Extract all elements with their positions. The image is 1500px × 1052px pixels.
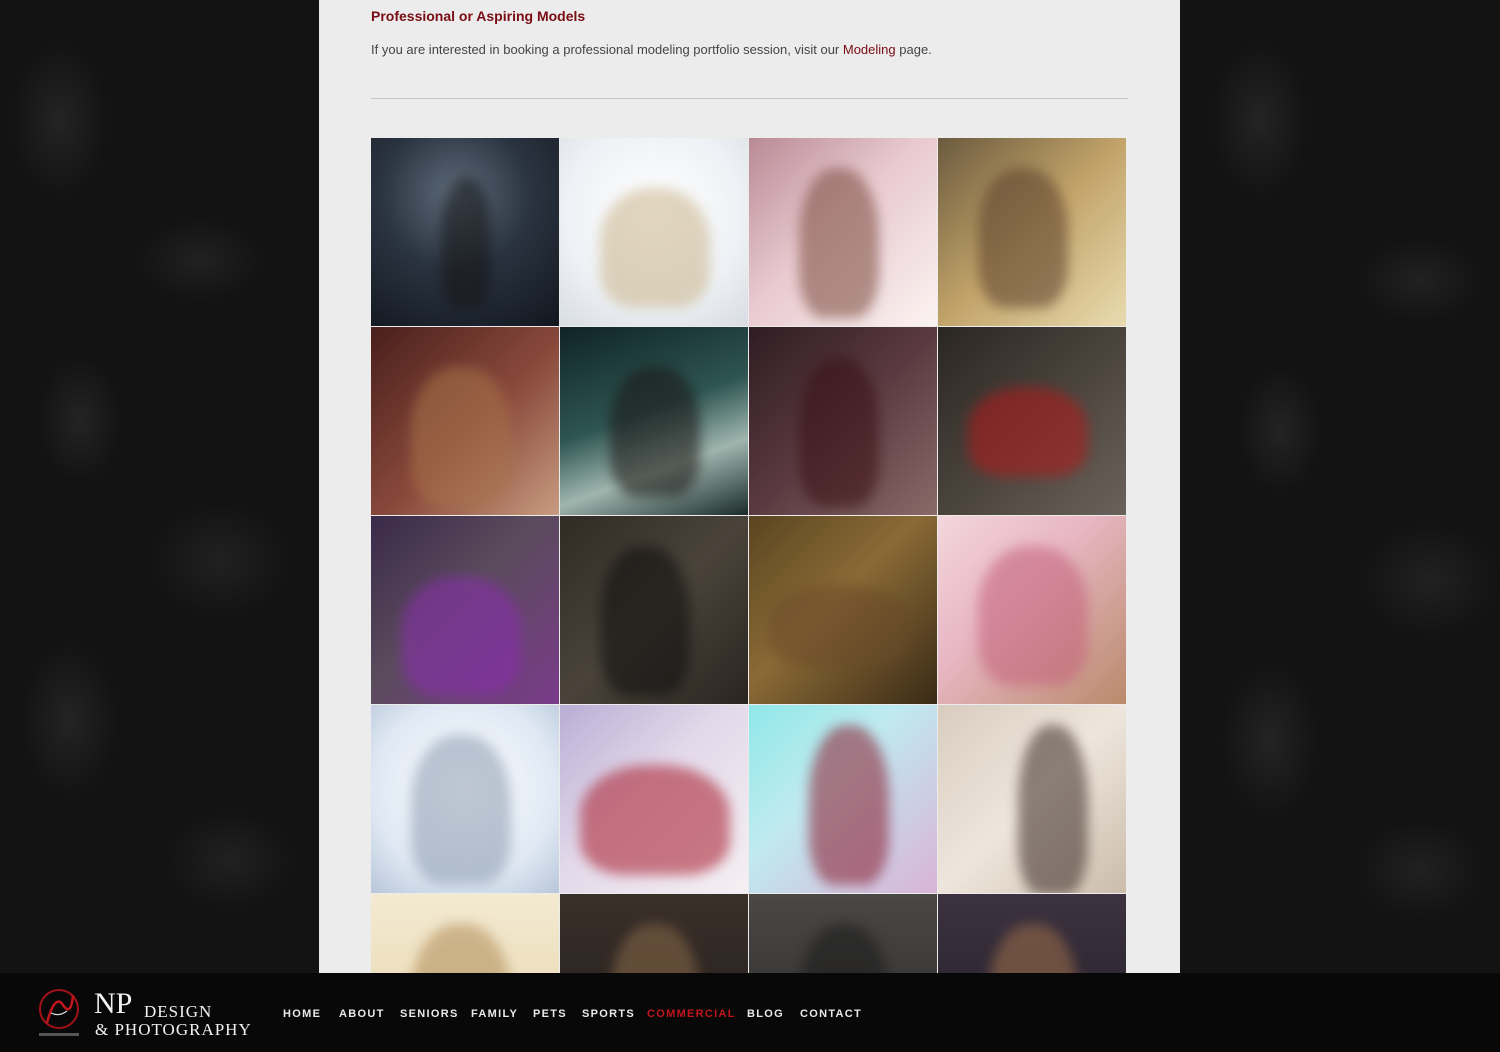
modeling-link[interactable]: Modeling <box>843 42 896 57</box>
photo-subject <box>968 387 1088 477</box>
intro-paragraph: If you are interested in booking a profe… <box>371 42 932 57</box>
photo-subject <box>411 735 511 885</box>
gallery-photo[interactable] <box>938 138 1126 326</box>
photo-subject <box>799 924 889 973</box>
photo-subject <box>1018 725 1088 893</box>
photo-subject <box>600 188 710 308</box>
divider <box>371 98 1128 99</box>
gallery-photo[interactable] <box>749 894 937 973</box>
photo-subject <box>988 924 1078 973</box>
gallery-photo[interactable] <box>938 327 1126 515</box>
photo-subject <box>978 168 1068 308</box>
photo-subject <box>769 586 909 666</box>
photo-subject <box>411 924 511 973</box>
gallery-photo[interactable] <box>560 705 748 893</box>
nav-family[interactable]: FAMILY <box>471 1008 518 1020</box>
photo-subject <box>411 367 511 507</box>
photo-subject <box>799 168 879 318</box>
gallery-photo[interactable] <box>938 894 1126 973</box>
gallery-photo[interactable] <box>371 705 559 893</box>
photo-subject <box>799 357 879 507</box>
content-panel: Professional or Aspiring Models If you a… <box>319 0 1180 973</box>
nav-pets[interactable]: PETS <box>533 1008 567 1020</box>
gallery-photo[interactable] <box>749 516 937 704</box>
gallery-photo[interactable] <box>371 894 559 973</box>
logo-photography[interactable]: & PHOTOGRAPHY <box>95 1021 252 1038</box>
gallery-photo[interactable] <box>938 516 1126 704</box>
nav-sports[interactable]: SPORTS <box>582 1008 635 1020</box>
footer-navbar: NP DESIGN & PHOTOGRAPHY HOME ABOUT SENIO… <box>0 973 1500 1052</box>
photo-subject <box>580 765 730 875</box>
gallery-photo[interactable] <box>371 327 559 515</box>
photo-subject <box>809 725 889 885</box>
photo-subject <box>441 178 491 308</box>
nav-contact[interactable]: CONTACT <box>800 1008 862 1020</box>
gallery-photo[interactable] <box>749 327 937 515</box>
nav-about[interactable]: ABOUT <box>339 1008 385 1020</box>
section-heading: Professional or Aspiring Models <box>371 8 586 24</box>
photo-subject <box>401 576 521 696</box>
gallery-photo[interactable] <box>749 138 937 326</box>
nav-blog[interactable]: BLOG <box>747 1008 784 1020</box>
gallery-photo[interactable] <box>560 894 748 973</box>
intro-text-end: page. <box>895 42 932 57</box>
gallery-photo[interactable] <box>560 327 748 515</box>
logo-design[interactable]: DESIGN <box>144 1003 212 1020</box>
gallery-photo[interactable] <box>560 138 748 326</box>
intro-text: If you are interested in booking a profe… <box>371 42 843 57</box>
photo-subject <box>610 367 700 497</box>
logo-np[interactable]: NP <box>94 989 132 1019</box>
gallery-photo[interactable] <box>371 516 559 704</box>
gallery-photo[interactable] <box>371 138 559 326</box>
gallery-photo[interactable] <box>560 516 748 704</box>
photo-subject <box>610 924 700 973</box>
photo-subject <box>600 546 690 696</box>
photo-gallery <box>371 138 1128 973</box>
photo-subject <box>978 546 1088 686</box>
gallery-photo[interactable] <box>938 705 1126 893</box>
gallery-photo[interactable] <box>749 705 937 893</box>
nav-home[interactable]: HOME <box>283 1008 321 1020</box>
logo-emblem-icon[interactable] <box>33 983 85 1041</box>
nav-seniors[interactable]: SENIORS <box>400 1008 459 1020</box>
nav-commercial[interactable]: COMMERCIAL <box>647 1008 736 1020</box>
